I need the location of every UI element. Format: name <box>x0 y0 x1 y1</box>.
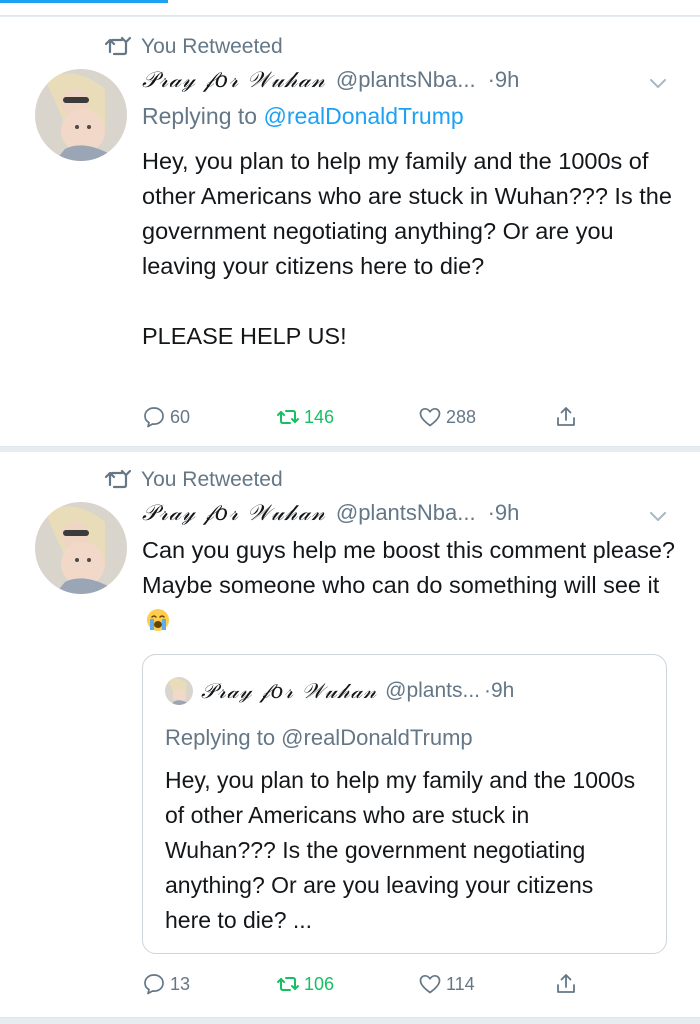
like-button[interactable]: 288 <box>418 405 476 429</box>
retweet-context: You Retweeted <box>105 35 283 59</box>
crying-face-emoji-icon <box>147 609 169 631</box>
retweet-count: 146 <box>304 406 335 427</box>
reply-count: 13 <box>170 973 191 994</box>
retweet-button[interactable]: 106 <box>276 972 334 996</box>
retweet-icon <box>105 36 131 56</box>
tweet[interactable]: You Retweeted 𝒫𝓇𝒶𝓎 𝒻𝑜𝓇 𝒲𝓊𝒽𝒶𝓃 @plantsNba.… <box>0 17 700 447</box>
replying-prefix: Replying to <box>142 103 264 129</box>
quoted-tweet-header: 𝒫𝓇𝒶𝓎 𝒻𝑜𝓇 𝒲𝓊𝒽𝒶𝓃 @plants... ·9h <box>165 677 514 705</box>
retweet-context: You Retweeted <box>105 468 283 492</box>
reply-icon <box>144 407 164 428</box>
tweet-text: Can you guys help me boost this comment … <box>142 533 677 638</box>
like-button[interactable]: 114 <box>418 972 475 996</box>
tweet[interactable]: You Retweeted 𝒫𝓇𝒶𝓎 𝒻𝑜𝓇 𝒲𝓊𝒽𝒶𝓃 @plantsNba.… <box>0 452 700 1018</box>
tweet-header: 𝒫𝓇𝒶𝓎 𝒻𝑜𝓇 𝒲𝓊𝒽𝒶𝓃 @plantsNba... ·9h <box>142 500 519 526</box>
divider <box>0 446 700 447</box>
retweet-icon <box>105 469 131 489</box>
replying-to: Replying to @realDonaldTrump <box>165 725 473 750</box>
retweet-count: 106 <box>304 973 335 994</box>
retweet-button[interactable]: 146 <box>276 405 334 429</box>
chevron-down-icon[interactable] <box>650 512 666 522</box>
share-button[interactable] <box>554 972 578 996</box>
user-handle[interactable]: @plantsNba... <box>336 67 476 93</box>
chevron-down-icon[interactable] <box>650 79 666 89</box>
share-icon <box>557 407 575 426</box>
reply-count: 60 <box>170 406 191 427</box>
user-handle[interactable]: @plantsNba... <box>336 500 476 526</box>
user-handle: @plants... <box>385 679 480 702</box>
quoted-tweet[interactable]: 𝒫𝓇𝒶𝓎 𝒻𝑜𝓇 𝒲𝓊𝒽𝒶𝓃 @plants... ·9h Replying t… <box>142 654 667 954</box>
timestamp: ·9h <box>484 679 515 702</box>
display-name[interactable]: 𝒫𝓇𝒶𝓎 𝒻𝑜𝓇 𝒲𝓊𝒽𝒶𝓃 <box>142 501 326 526</box>
reply-icon <box>144 974 164 995</box>
heart-icon <box>419 974 441 994</box>
display-name[interactable]: 𝒫𝓇𝒶𝓎 𝒻𝑜𝓇 𝒲𝓊𝒽𝒶𝓃 <box>142 68 326 93</box>
display-name: 𝒫𝓇𝒶𝓎 𝒻𝑜𝓇 𝒲𝓊𝒽𝒶𝓃 <box>201 678 378 703</box>
timestamp[interactable]: ·9h <box>488 500 520 526</box>
avatar <box>165 677 193 705</box>
tweet-text: Hey, you plan to help my family and the … <box>142 148 672 349</box>
replying-to: Replying to @realDonaldTrump <box>142 103 464 130</box>
reply-button[interactable]: 13 <box>142 972 190 996</box>
share-button[interactable] <box>554 405 578 429</box>
avatar[interactable] <box>35 69 127 161</box>
tweet-text-content: Can you guys help me boost this comment … <box>142 537 675 598</box>
divider <box>0 1017 700 1018</box>
share-icon <box>557 974 575 993</box>
reply-button[interactable]: 60 <box>142 405 190 429</box>
avatar[interactable] <box>35 502 127 594</box>
mention-link[interactable]: @realDonaldTrump <box>263 103 463 129</box>
heart-icon <box>419 407 441 427</box>
like-count: 288 <box>446 406 477 427</box>
retweet-icon <box>277 410 299 424</box>
tweet-header: 𝒫𝓇𝒶𝓎 𝒻𝑜𝓇 𝒲𝓊𝒽𝒶𝓃 @plantsNba... ·9h <box>142 67 519 93</box>
retweeted-label: You Retweeted <box>141 35 283 58</box>
active-tab-indicator <box>0 0 168 3</box>
retweeted-label: You Retweeted <box>141 468 283 491</box>
top-bar <box>0 0 700 16</box>
quoted-tweet-text: Hey, you plan to help my family and the … <box>165 767 636 933</box>
like-count: 114 <box>446 973 475 994</box>
retweet-icon <box>277 977 299 991</box>
timestamp[interactable]: ·9h <box>488 67 520 93</box>
